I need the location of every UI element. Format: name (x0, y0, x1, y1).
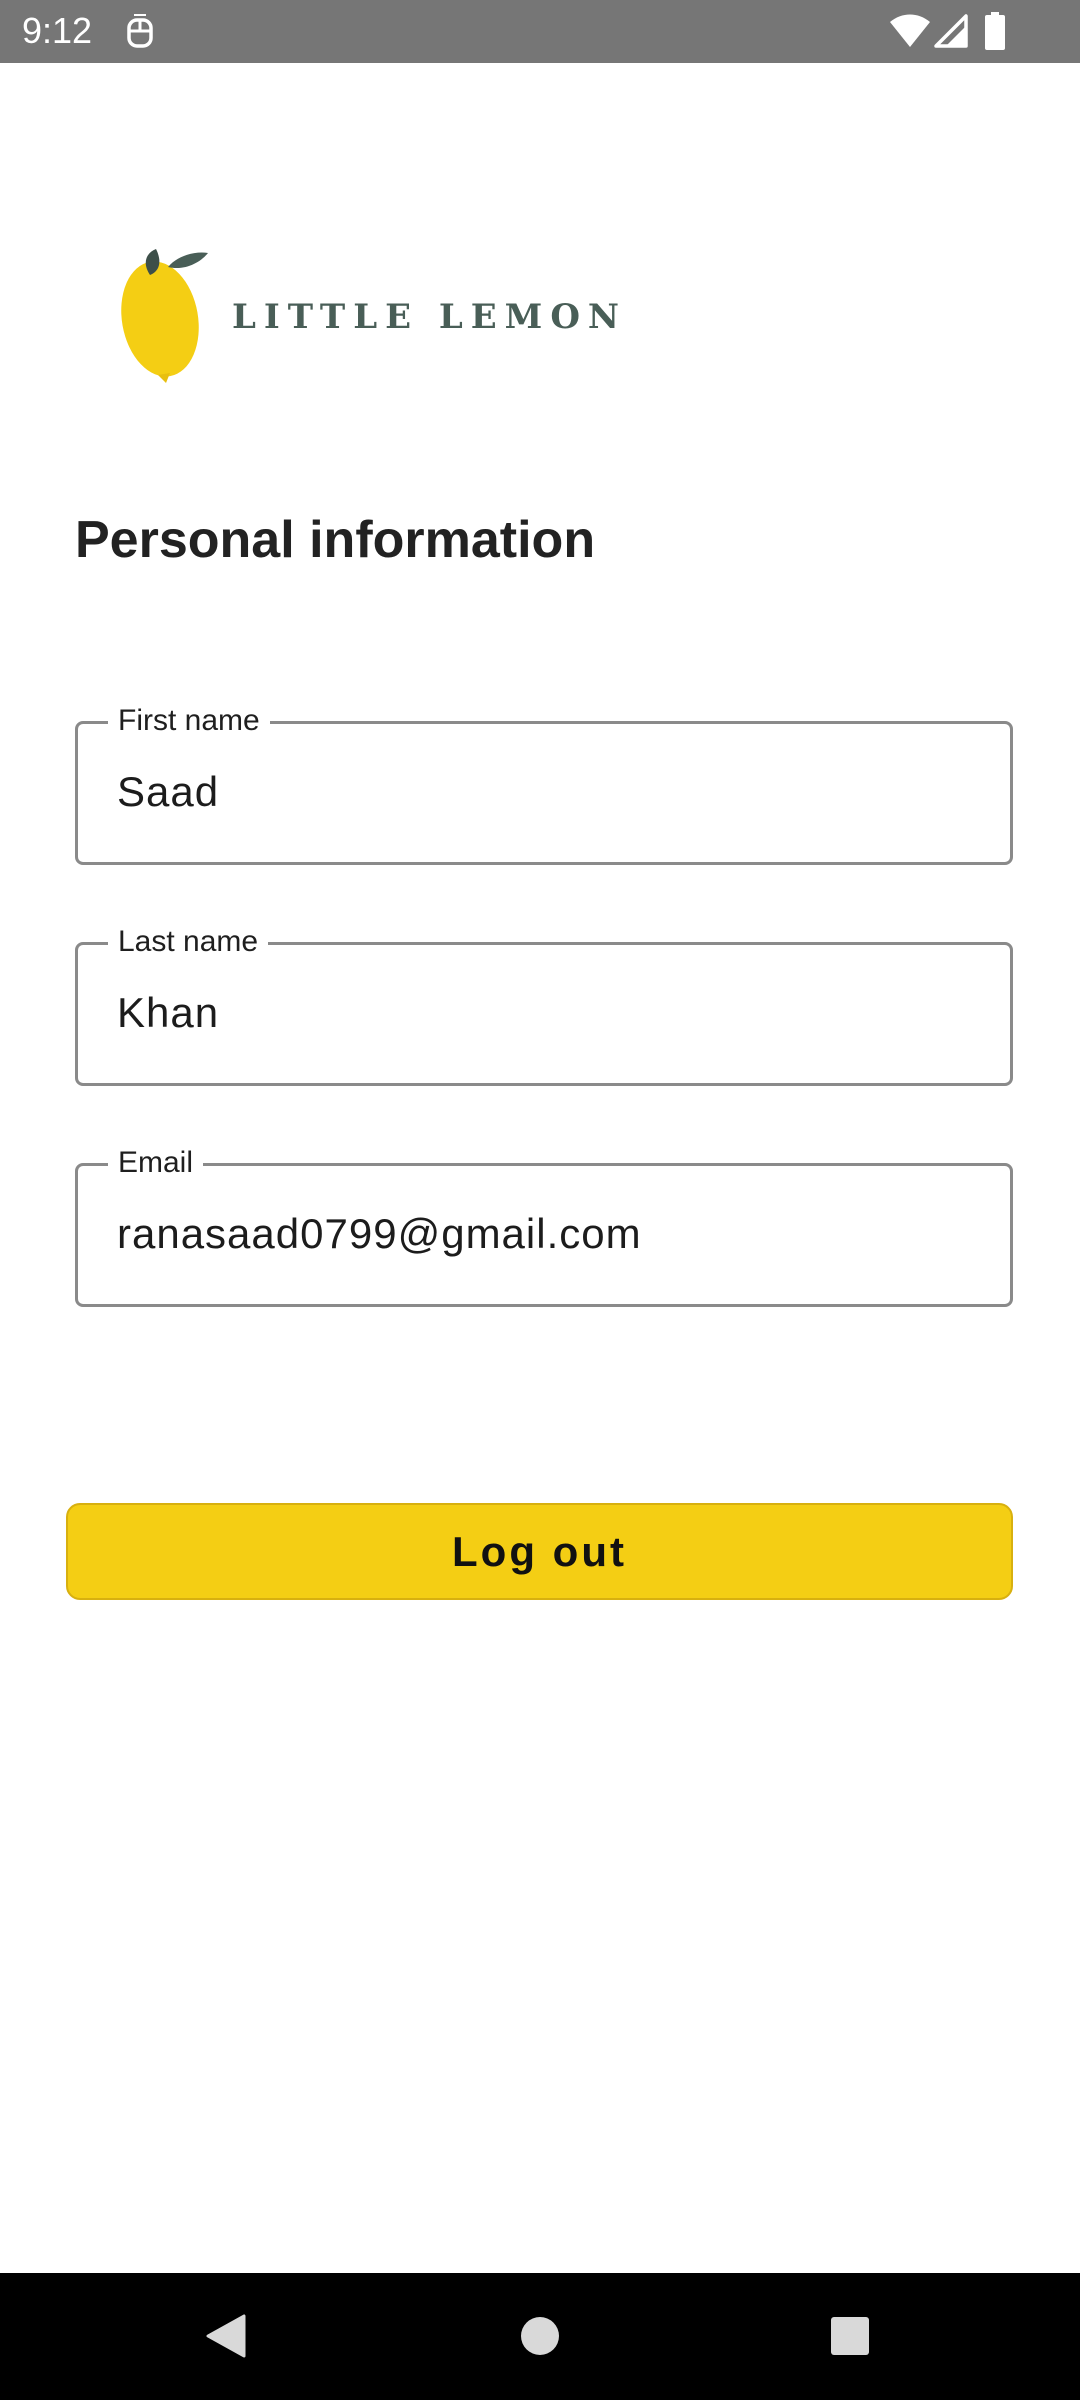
lemon-icon (121, 249, 208, 383)
battery-icon (985, 12, 1005, 50)
notification-icon (127, 14, 153, 48)
logout-button[interactable]: Log out (66, 1503, 1013, 1600)
profile-screen: 9:12 LITTLE LEMON Personal information F… (0, 0, 1080, 2400)
home-icon[interactable] (520, 2316, 560, 2356)
page-title: Personal information (75, 511, 596, 569)
email-value[interactable]: ranasaad0799@gmail.com (117, 1208, 642, 1260)
first-name-label: First name (108, 702, 270, 740)
email-field[interactable]: Email ranasaad0799@gmail.com (75, 1144, 1013, 1307)
signal-icon (934, 14, 968, 48)
last-name-field[interactable]: Last name Khan (75, 923, 1013, 1086)
status-time: 9:12 (22, 10, 93, 51)
last-name-value[interactable]: Khan (117, 987, 219, 1039)
last-name-label: Last name (108, 923, 269, 961)
email-label: Email (108, 1144, 204, 1182)
first-name-value[interactable]: Saad (117, 766, 219, 818)
back-icon[interactable] (204, 2313, 246, 2359)
logo-text: LITTLE LEMON (232, 297, 628, 337)
wifi-icon (890, 14, 930, 47)
system-nav-bar (0, 2273, 1080, 2400)
little-lemon-logo: LITTLE LEMON (120, 245, 619, 385)
recents-icon[interactable] (830, 2316, 870, 2356)
first-name-field[interactable]: First name Saad (75, 702, 1013, 865)
logout-button-label: Log out (452, 1527, 627, 1575)
status-bar: 9:12 (0, 0, 1080, 63)
